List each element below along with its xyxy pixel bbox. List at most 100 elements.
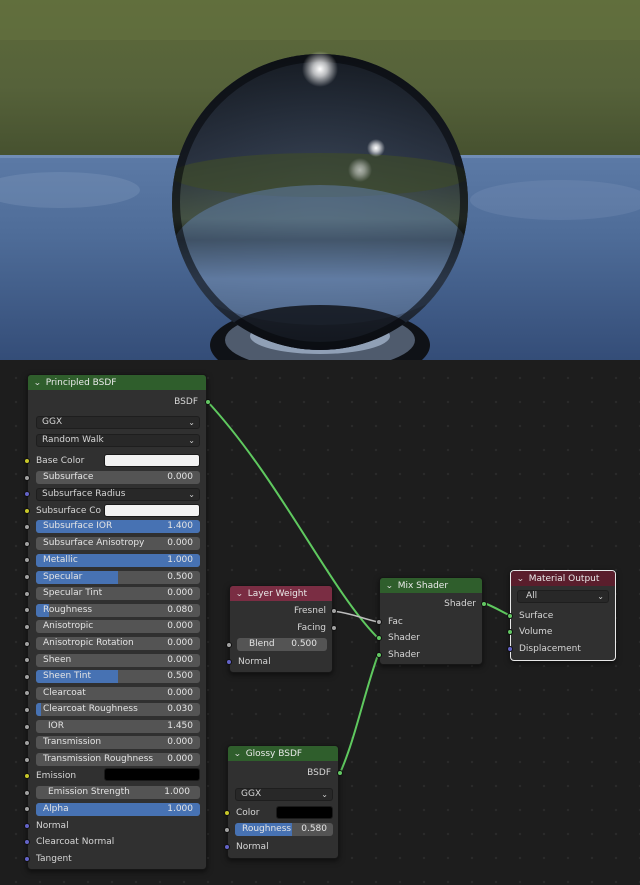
color-swatch[interactable] (276, 806, 333, 819)
slider-label: Specular Tint (43, 588, 103, 598)
distribution-dropdown[interactable]: GGX ⌄ (36, 416, 200, 429)
material-output-node[interactable]: ⌄ Material Output All ⌄ Surface Volume D… (507, 570, 616, 661)
specular-tint-slider[interactable]: Specular Tint 0.000 (36, 587, 200, 600)
subsurface-socket[interactable] (24, 475, 30, 481)
collapse-chevron-icon[interactable]: ⌄ (385, 581, 393, 590)
roughness-slider[interactable]: Roughness 0.080 (36, 604, 200, 617)
anisotropic-rotation-slider[interactable]: Anisotropic Rotation 0.000 (36, 637, 200, 650)
slider-label: Subsurface IOR (43, 521, 113, 531)
alpha-slider[interactable]: Alpha 1.000 (36, 803, 200, 816)
blend-slider[interactable]: Blend 0.500 (237, 638, 327, 651)
clearcoat-socket[interactable] (24, 690, 30, 696)
clearcoat-slider[interactable]: Clearcoat 0.000 (36, 687, 200, 700)
subsurface-anisotropy-slider[interactable]: Subsurface Anisotropy 0.000 (36, 537, 200, 550)
transmission-socket[interactable] (24, 740, 30, 746)
metallic-socket[interactable] (24, 557, 30, 563)
transmission-roughness-socket[interactable] (24, 757, 30, 763)
transmission-roughness-slider[interactable]: Transmission Roughness 0.000 (36, 753, 200, 766)
subsurface-anisotropy-socket[interactable] (24, 541, 30, 547)
emission-strength-slider[interactable]: Emission Strength 1.000 (36, 786, 200, 799)
sheen-tint-socket[interactable] (24, 674, 30, 680)
subsurface-radius-socket[interactable] (24, 491, 30, 497)
subsurface-radius-dropdown[interactable]: Subsurface Radius ⌄ (36, 488, 200, 501)
layer-weight-node[interactable]: ⌄ Layer Weight Fresnel Facing Blend 0.50… (226, 585, 337, 673)
anisotropic-slider[interactable]: Anisotropic 0.000 (36, 620, 200, 633)
color-socket[interactable] (224, 810, 230, 816)
ior-slider[interactable]: IOR 1.450 (36, 720, 200, 733)
slider-value: 1.000 (164, 787, 190, 797)
transmission-slider[interactable]: Transmission 0.000 (36, 736, 200, 749)
blend-socket[interactable] (226, 642, 232, 648)
subsurface-color-label: Subsurface Co (36, 506, 102, 516)
sheen-slider[interactable]: Sheen 0.000 (36, 654, 200, 667)
normal-socket[interactable] (226, 659, 232, 665)
shader-output-socket[interactable] (481, 601, 487, 607)
slider-label: Specular (43, 572, 83, 582)
collapse-chevron-icon[interactable]: ⌄ (235, 589, 243, 598)
emission-strength-socket[interactable] (24, 790, 30, 796)
normal-socket[interactable] (24, 823, 30, 829)
target-dropdown[interactable]: All ⌄ (517, 590, 609, 603)
volume-socket[interactable] (507, 629, 513, 635)
roughness-slider[interactable]: Roughness 0.580 (235, 823, 333, 836)
emission-color-swatch[interactable] (104, 768, 200, 781)
specular-slider[interactable]: Specular 0.500 (36, 571, 200, 584)
clearcoat-roughness-slider[interactable]: Clearcoat Roughness 0.030 (36, 703, 200, 716)
subsurface-method-dropdown[interactable]: Random Walk ⌄ (36, 434, 200, 447)
fresnel-output-label: Fresnel (294, 606, 326, 616)
collapse-chevron-icon[interactable]: ⌄ (233, 749, 241, 758)
subsurface-color-socket[interactable] (24, 508, 30, 514)
distribution-value: GGX (241, 789, 262, 799)
clearcoat-normal-socket[interactable] (24, 839, 30, 845)
metallic-slider[interactable]: Metallic 1.000 (36, 554, 200, 567)
base-color-socket[interactable] (24, 458, 30, 464)
material-output-header[interactable]: ⌄ Material Output (511, 571, 615, 586)
layer-weight-header[interactable]: ⌄ Layer Weight (230, 586, 332, 601)
roughness-socket[interactable] (24, 607, 30, 613)
principled-bsdf-header[interactable]: ⌄ Principled BSDF (28, 375, 206, 390)
subsurface-color-swatch[interactable] (104, 504, 200, 517)
mix-shader-node[interactable]: ⌄ Mix Shader Shader Fac Shader Shader (376, 577, 487, 665)
subsurface-ior-socket[interactable] (24, 524, 30, 530)
render-viewport[interactable] (0, 0, 640, 360)
normal-socket[interactable] (224, 844, 230, 850)
emission-socket[interactable] (24, 773, 30, 779)
glossy-bsdf-node[interactable]: ⌄ Glossy BSDF BSDF GGX ⌄ Color Roughness… (224, 745, 343, 859)
alpha-socket[interactable] (24, 806, 30, 812)
subsurface-ior-slider[interactable]: Subsurface IOR 1.400 (36, 520, 200, 533)
specular-socket[interactable] (24, 574, 30, 580)
slider-label: IOR (48, 721, 64, 731)
mix-shader-header[interactable]: ⌄ Mix Shader (380, 578, 482, 593)
base-color-swatch[interactable] (104, 454, 200, 467)
slider-label: Alpha (43, 804, 69, 814)
distribution-dropdown[interactable]: GGX ⌄ (235, 788, 333, 801)
distribution-value: GGX (42, 417, 63, 427)
collapse-chevron-icon[interactable]: ⌄ (516, 574, 524, 583)
bsdf-output-socket[interactable] (205, 399, 211, 405)
principled-bsdf-node[interactable]: ⌄ Principled BSDF BSDF GGX ⌄ Random Walk… (24, 374, 211, 870)
specular-tint-socket[interactable] (24, 591, 30, 597)
anisotropic-socket[interactable] (24, 624, 30, 630)
sheen-tint-slider[interactable]: Sheen Tint 0.500 (36, 670, 200, 683)
shader2-socket[interactable] (376, 652, 382, 658)
displacement-socket[interactable] (507, 646, 513, 652)
bsdf-output-socket[interactable] (337, 770, 343, 776)
facing-output-socket[interactable] (331, 625, 337, 631)
roughness-socket[interactable] (224, 827, 230, 833)
glossy-bsdf-header[interactable]: ⌄ Glossy BSDF (228, 746, 338, 761)
ior-socket[interactable] (24, 724, 30, 730)
sheen-socket[interactable] (24, 657, 30, 663)
fac-socket[interactable] (376, 619, 382, 625)
anisotropic-rotation-socket[interactable] (24, 641, 30, 647)
clearcoat-roughness-socket[interactable] (24, 707, 30, 713)
subsurface-slider[interactable]: Subsurface 0.000 (36, 471, 200, 484)
collapse-chevron-icon[interactable]: ⌄ (33, 378, 41, 387)
tangent-socket[interactable] (24, 856, 30, 862)
fresnel-output-socket[interactable] (331, 608, 337, 614)
surface-socket[interactable] (507, 613, 513, 619)
slider-label: Metallic (43, 555, 78, 565)
shader1-socket[interactable] (376, 635, 382, 641)
node-title: Principled BSDF (45, 377, 117, 388)
shader-node-editor[interactable]: ⌄ Principled BSDF BSDF GGX ⌄ Random Walk… (0, 360, 640, 885)
slider-value: 0.000 (167, 638, 193, 648)
